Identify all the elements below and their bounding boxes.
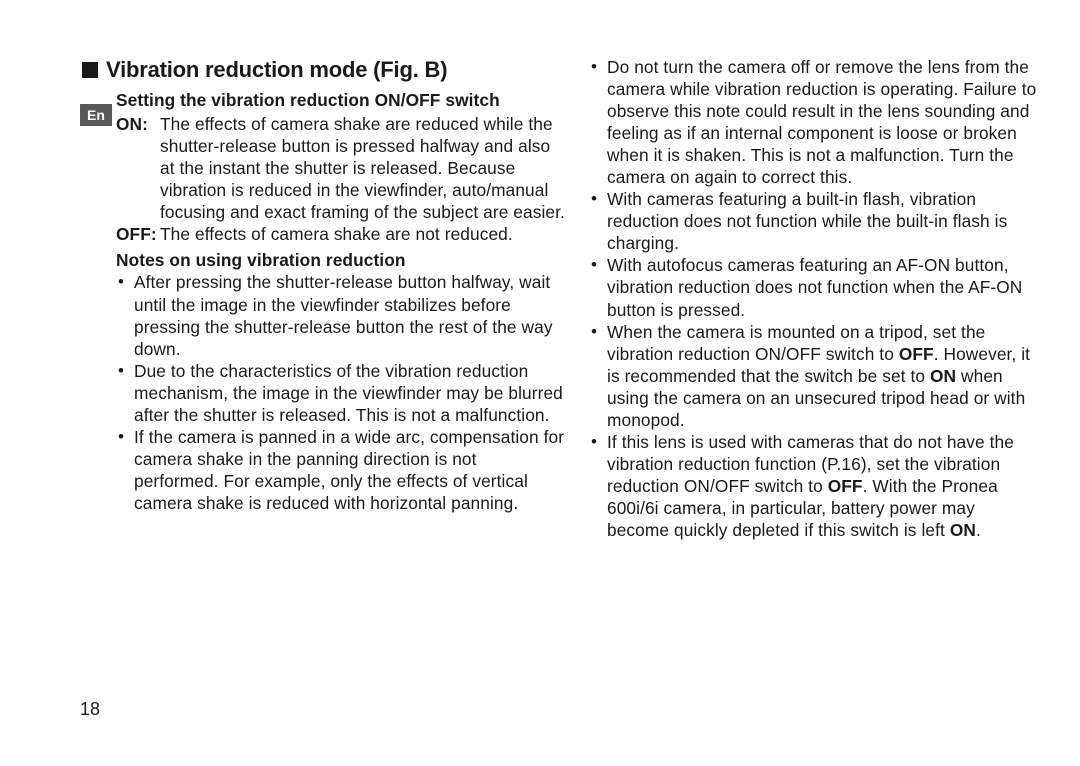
column-left: Vibration reduction mode (Fig. B) Settin…: [116, 56, 565, 541]
notes-list-left: After pressing the shutter-release butto…: [116, 271, 565, 514]
list-item: Due to the characteristics of the vibrat…: [116, 360, 565, 426]
def-off: OFF: The effects of camera shake are not…: [116, 223, 565, 245]
manual-page: En Vibration reduction mode (Fig. B) Set…: [0, 0, 1080, 766]
list-item: When the camera is mounted on a tripod, …: [589, 321, 1038, 431]
language-tab: En: [80, 104, 112, 126]
list-item: If this lens is used with cameras that d…: [589, 431, 1038, 541]
list-item: With cameras featuring a built-in flash,…: [589, 188, 1038, 254]
def-off-text: The effects of camera shake are not redu…: [160, 223, 565, 245]
square-bullet-icon: [82, 62, 98, 78]
page-number: 18: [80, 699, 100, 720]
content-columns: Vibration reduction mode (Fig. B) Settin…: [80, 56, 1038, 541]
list-item: After pressing the shutter-release butto…: [116, 271, 565, 359]
on-off-definitions: ON: The effects of camera shake are redu…: [116, 113, 565, 245]
notes-heading: Notes on using vibration reduction: [116, 249, 565, 271]
def-on-label: ON:: [116, 113, 160, 223]
heading-text: Vibration reduction mode (Fig. B): [106, 57, 447, 82]
list-item: If the camera is panned in a wide arc, c…: [116, 426, 565, 514]
notes-list-right: Do not turn the camera off or remove the…: [589, 56, 1038, 541]
section-heading: Vibration reduction mode (Fig. B): [82, 56, 565, 84]
list-item: With autofocus cameras featuring an AF-O…: [589, 254, 1038, 320]
list-item: Do not turn the camera off or remove the…: [589, 56, 1038, 188]
def-off-label: OFF:: [116, 223, 160, 245]
def-on-text: The effects of camera shake are reduced …: [160, 113, 565, 223]
def-on: ON: The effects of camera shake are redu…: [116, 113, 565, 223]
subheading-on-off: Setting the vibration reduction ON/OFF s…: [116, 90, 565, 111]
column-right: Do not turn the camera off or remove the…: [589, 56, 1038, 541]
